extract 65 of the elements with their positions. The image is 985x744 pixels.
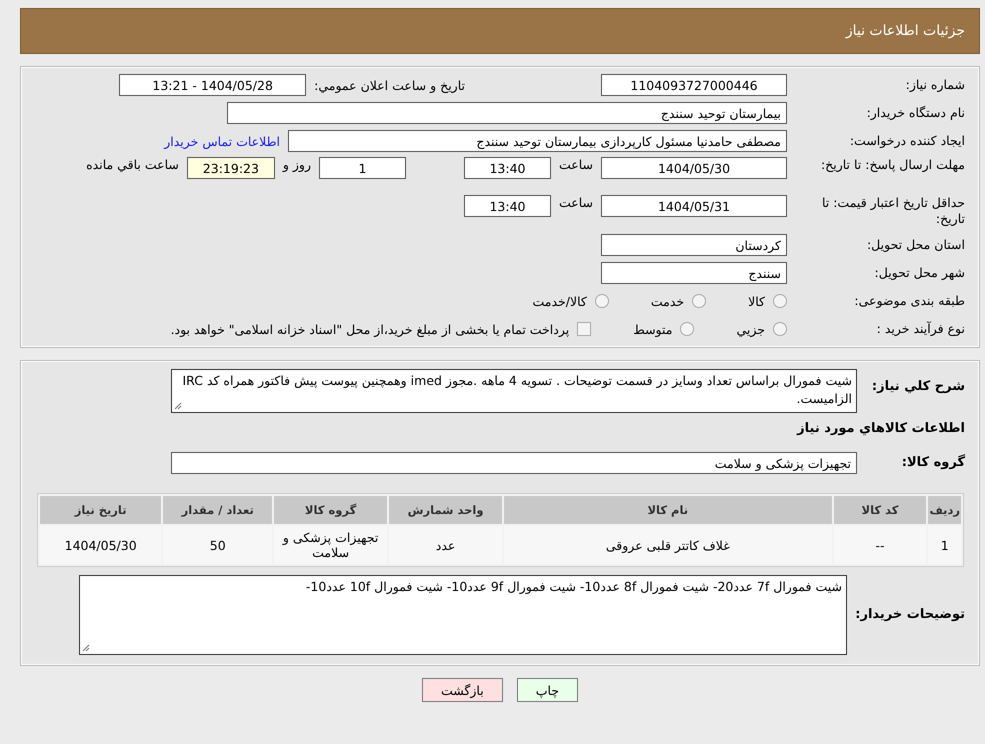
city-field: سنندج [601, 262, 787, 284]
field-label: نام دستگاه خريدار: [866, 105, 965, 121]
checkbox[interactable] [577, 322, 592, 336]
field-label: استان محل تحويل: [866, 237, 965, 253]
radio-button[interactable] [594, 294, 609, 308]
field-label: روز و [282, 157, 311, 172]
field-label: شماره نياز: [904, 77, 965, 93]
table-cell: عدد [389, 526, 502, 564]
back-button[interactable]: بازگشت [422, 678, 503, 702]
radio-label: متوسط [633, 322, 672, 336]
group-field: تجهیزات پزشکی و سلامت [171, 452, 857, 474]
field-label: طبقه بندی موضوعی: [853, 293, 965, 309]
radio-button[interactable] [773, 294, 787, 308]
table-cell: غلاف کاتتر قلبی عروقی [504, 526, 832, 564]
table-cell: 1 [928, 526, 961, 564]
time-field: 13:40 [464, 195, 551, 217]
page-title: جزئیات اطلاعات نیاز [20, 8, 980, 54]
radio-button[interactable] [692, 294, 706, 308]
announce-date-field: 1404/05/28 - 13:21 [119, 74, 306, 96]
radio-label: كالا/خدمت [532, 294, 587, 308]
province-field: کردستان [601, 234, 787, 256]
radio-label: جزيي [736, 322, 765, 336]
column-header: تعداد / مقدار [163, 496, 272, 524]
field-label: حداقل تاريخ اعتبار قيمت: تا تاريخ: [820, 195, 965, 227]
column-header: كد كالا [834, 496, 926, 524]
resize-grip-icon [82, 644, 90, 652]
radio-button[interactable] [680, 322, 694, 336]
buyer-notes-text-area[interactable]: شیت فمورال 7f عدد20- شیت فمورال 8f عدد10- شیت فمورال 9f عدد10- شیت فمورال 10f عدد10- [79, 575, 847, 655]
description-text-area[interactable]: شیت فمورال براساس تعداد وسایز در قسمت توضیحات . تسویه 4 ماهه .مجوز imed وهمچنین پیوست پیش فاکتور همراه کد IRC الزامیست. [171, 369, 857, 413]
time-field: 13:40 [464, 157, 551, 179]
field-label: ساعت [558, 195, 593, 210]
field-label: گروه كالا: [900, 455, 965, 471]
table-cell: 1404/05/30 [40, 526, 162, 564]
buyer-name-field: بیمارستان توحید سنندج [227, 102, 787, 124]
buyer-contact-link[interactable]: اطلاعات تماس خريدار [164, 134, 280, 148]
need-number-field: 1104093727000446 [601, 74, 787, 96]
section-heading: اطلاعات كالاهاي مورد نياز [796, 421, 965, 437]
field-label: تاريخ و ساعت اعلان عمومي: [314, 78, 465, 92]
remaining-time-field: 23:19:23 [186, 157, 275, 179]
table-cell: 50 [163, 526, 272, 564]
radio-button[interactable] [773, 322, 787, 336]
date-field: 1404/05/31 [601, 195, 787, 217]
date-field: 1404/05/30 [601, 157, 787, 179]
field-label: ساعت [558, 157, 593, 172]
field-label: توضيحات خريدار: [855, 606, 965, 623]
column-header: تاريخ نياز [40, 496, 162, 524]
days-field: 1 [318, 157, 406, 179]
radio-label: خدمت [650, 294, 684, 308]
column-header: نام كالا [504, 496, 832, 524]
column-header: گروه كالا [274, 496, 388, 524]
table-cell: تجهیزات پزشکی و سلامت [274, 526, 388, 564]
field-label: ايجاد كننده درخواست: [848, 133, 965, 149]
field-label: شهر محل تحويل: [874, 265, 965, 281]
print-button[interactable]: چاپ [516, 678, 578, 702]
creator-field: مصطفی حامدنیا مسئول کارپردازی بیمارستان توحید سنندج [288, 130, 787, 152]
checkbox-label: پرداخت تمام يا بخشی از مبلغ خريد،از محل "اسناد خزانه اسلامی" خواهد بود. [170, 322, 570, 336]
table-cell: -- [834, 526, 926, 564]
resize-grip-icon [174, 402, 182, 410]
field-label: شرح كلي نياز: [870, 378, 965, 395]
field-label: ساعت باقي مانده [86, 157, 179, 172]
field-label: نوع فرآيند خريد : [876, 321, 965, 337]
field-label: مهلت ارسال پاسخ: تا تاريخ: [820, 157, 965, 173]
column-header: واحد شمارش [389, 496, 502, 524]
radio-label: كالا [748, 294, 765, 308]
column-header: رديف [928, 496, 961, 524]
